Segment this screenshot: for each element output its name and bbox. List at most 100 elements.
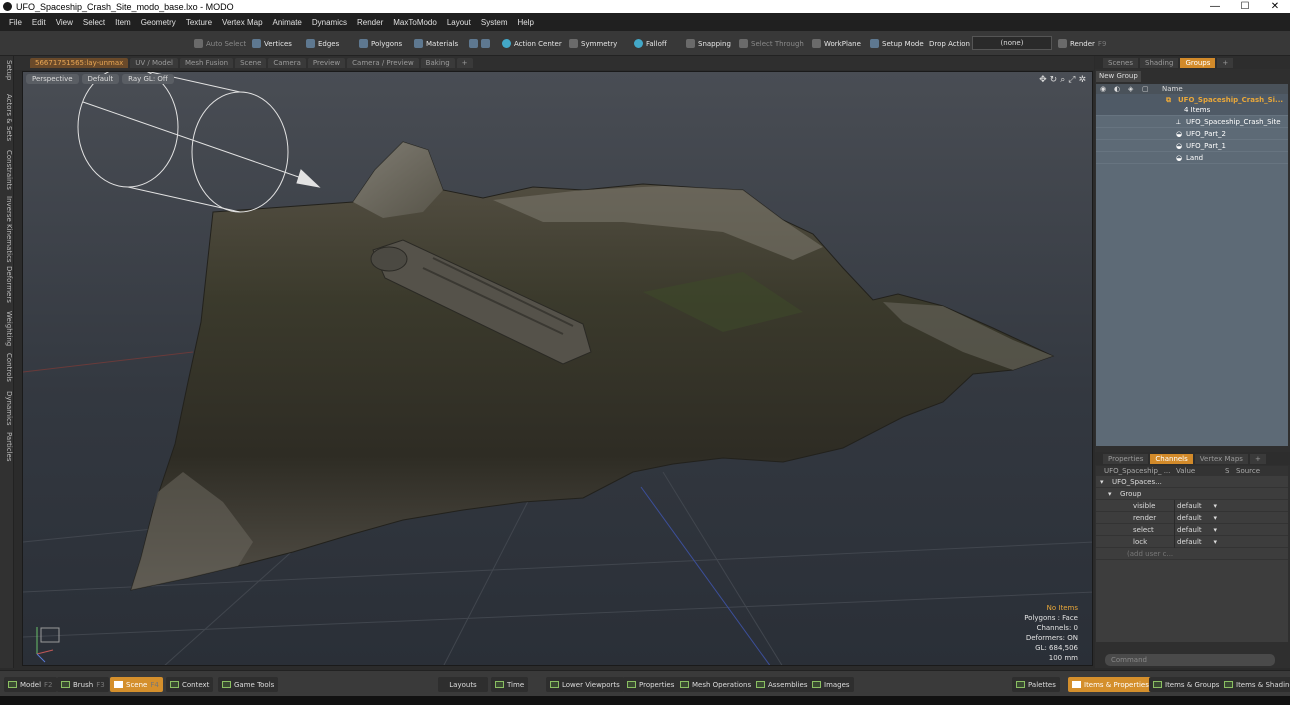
render-button[interactable]: Render F9 [1054, 36, 1110, 51]
palettes-button[interactable]: Palettes [1012, 677, 1060, 692]
context-layout-button[interactable]: Context [166, 677, 214, 692]
menu-item[interactable]: Item [110, 18, 136, 27]
model-layout-button[interactable]: Model F2 [4, 677, 57, 692]
falloff-button[interactable]: Falloff [630, 36, 671, 51]
layouts-button[interactable]: Layouts [438, 677, 488, 692]
channel-row[interactable]: visible default ▾ [1096, 500, 1288, 512]
items-properties-button[interactable]: Items & Properties [1068, 677, 1153, 692]
menu-help[interactable]: Help [513, 18, 539, 27]
tab-particles[interactable]: Particles [1, 432, 13, 462]
vertices-button[interactable]: Vertices [248, 36, 296, 51]
workplane-button[interactable]: WorkPlane [808, 36, 865, 51]
tab-layout[interactable]: 56671751565:lay-unmax [30, 58, 129, 68]
channel-row[interactable]: lock default ▾ [1096, 536, 1288, 548]
tab-uv-model[interactable]: UV / Model [130, 58, 179, 68]
mesh-operations-button[interactable]: Mesh Operations [676, 677, 756, 692]
images-button[interactable]: Images [808, 677, 854, 692]
tab-actors-sets[interactable]: Actors & Sets [1, 94, 13, 141]
close-button[interactable]: ✕ [1260, 1, 1290, 12]
group-child-row[interactable]: ◒ Land [1096, 152, 1288, 164]
tab-camera[interactable]: Camera [268, 58, 306, 68]
shading-dropdown[interactable]: Default [81, 74, 120, 84]
action-center-button[interactable]: Action Center [498, 36, 566, 51]
command-input[interactable]: Command [1105, 654, 1275, 666]
tab-groups[interactable]: Groups [1180, 57, 1216, 68]
menu-texture[interactable]: Texture [181, 18, 217, 27]
drop-action-select[interactable]: (none) [972, 36, 1052, 50]
time-button[interactable]: Time [491, 677, 529, 692]
add-user-channel-row[interactable]: (add user c... [1096, 548, 1288, 560]
select-through-button[interactable]: Select Through [735, 36, 808, 51]
menu-vertex-map[interactable]: Vertex Map [217, 18, 267, 27]
menu-system[interactable]: System [476, 18, 513, 27]
tab-weighting[interactable]: Weighting [1, 311, 13, 346]
channel-value-select[interactable]: default ▾ [1174, 524, 1222, 536]
tab-vertex-maps[interactable]: Vertex Maps [1194, 453, 1248, 464]
menu-maxtomodo[interactable]: MaxToModo [388, 18, 442, 27]
rotate-icon[interactable]: ↻ [1050, 75, 1058, 85]
settings-icon[interactable]: ✲ [1078, 75, 1086, 85]
add-tab-button[interactable]: + [456, 58, 473, 68]
menu-select[interactable]: Select [78, 18, 110, 27]
polygons-button[interactable]: Polygons [355, 36, 406, 51]
menu-file[interactable]: File [4, 18, 27, 27]
tab-preview[interactable]: Preview [307, 58, 346, 68]
maximize-button[interactable]: ☐ [1230, 1, 1260, 12]
lower-viewports-button[interactable]: Lower Viewports [546, 677, 624, 692]
minimize-button[interactable]: — [1200, 1, 1230, 12]
auto-select-button[interactable]: Auto Select [190, 36, 250, 51]
properties-button[interactable]: Properties [623, 677, 679, 692]
tab-properties[interactable]: Properties [1103, 453, 1149, 464]
tab-inverse-kinematics[interactable]: Inverse Kinematics [1, 196, 13, 263]
channel-value-select[interactable]: default ▾ [1174, 512, 1222, 524]
items-groups-button[interactable]: Items & Groups [1149, 677, 1224, 692]
scene-layout-button[interactable]: Scene F4 [110, 677, 163, 692]
menu-dynamics[interactable]: Dynamics [307, 18, 352, 27]
tab-controls[interactable]: Controls [1, 353, 13, 382]
group-child-row[interactable]: ◒ UFO_Part_1 [1096, 140, 1288, 152]
element-mode-buttons[interactable] [465, 36, 494, 51]
add-props-tab[interactable]: + [1249, 453, 1266, 464]
pan-icon[interactable]: ✥ [1039, 75, 1047, 85]
tab-deformers[interactable]: Deformers [1, 266, 13, 303]
view-type-dropdown[interactable]: Perspective [26, 74, 79, 84]
channel-value-select[interactable]: default ▾ [1174, 536, 1222, 548]
raygl-dropdown[interactable]: Ray GL: Off [122, 74, 174, 84]
add-panel-tab[interactable]: + [1217, 57, 1234, 68]
assemblies-button[interactable]: Assemblies [752, 677, 812, 692]
symmetry-button[interactable]: Symmetry [565, 36, 621, 51]
tab-dynamics[interactable]: Dynamics [1, 391, 13, 426]
setup-mode-button[interactable]: Setup Mode [866, 36, 928, 51]
menu-layout[interactable]: Layout [442, 18, 476, 27]
tab-baking[interactable]: Baking [420, 58, 455, 68]
menu-geometry[interactable]: Geometry [136, 18, 181, 27]
tab-camera-preview[interactable]: Camera / Preview [347, 58, 419, 68]
materials-button[interactable]: Materials [410, 36, 462, 51]
game-tools-layout-button[interactable]: Game Tools [218, 677, 279, 692]
tab-scenes[interactable]: Scenes [1103, 57, 1138, 68]
brush-layout-button[interactable]: Brush F3 [57, 677, 109, 692]
group-root-row[interactable]: ⧉ UFO_Spaceship_Crash_Si... 4 Items [1096, 94, 1288, 116]
menu-animate[interactable]: Animate [268, 18, 307, 27]
menu-render[interactable]: Render [352, 18, 388, 27]
snapping-button[interactable]: Snapping [682, 36, 735, 51]
channel-row[interactable]: select default ▾ [1096, 524, 1288, 536]
3d-viewport[interactable]: Perspective Default Ray GL: Off ✥ ↻ ⌕ ⤢ … [22, 71, 1093, 666]
tab-constraints[interactable]: Constraints [1, 150, 13, 190]
group-child-row[interactable]: ◒ UFO_Part_2 [1096, 128, 1288, 140]
items-shading-button[interactable]: Items & Shading [1220, 677, 1290, 692]
tab-setup[interactable]: Setup [1, 60, 13, 80]
tab-mesh-fusion[interactable]: Mesh Fusion [180, 58, 234, 68]
maximize-icon[interactable]: ⤢ [1068, 75, 1075, 85]
tab-shading[interactable]: Shading [1140, 57, 1179, 68]
group-child-row[interactable]: ⟂ UFO_Spaceship_Crash_Site [1096, 116, 1288, 128]
channel-row[interactable]: render default ▾ [1096, 512, 1288, 524]
tab-channels[interactable]: Channels [1150, 453, 1193, 464]
menu-view[interactable]: View [51, 18, 78, 27]
zoom-icon[interactable]: ⌕ [1060, 75, 1065, 85]
edges-button[interactable]: Edges [302, 36, 343, 51]
tab-scene[interactable]: Scene [235, 58, 267, 68]
new-group-button[interactable]: New Group [1096, 71, 1141, 82]
channel-group-row[interactable]: ▾ Group [1096, 488, 1288, 500]
menu-edit[interactable]: Edit [27, 18, 51, 27]
